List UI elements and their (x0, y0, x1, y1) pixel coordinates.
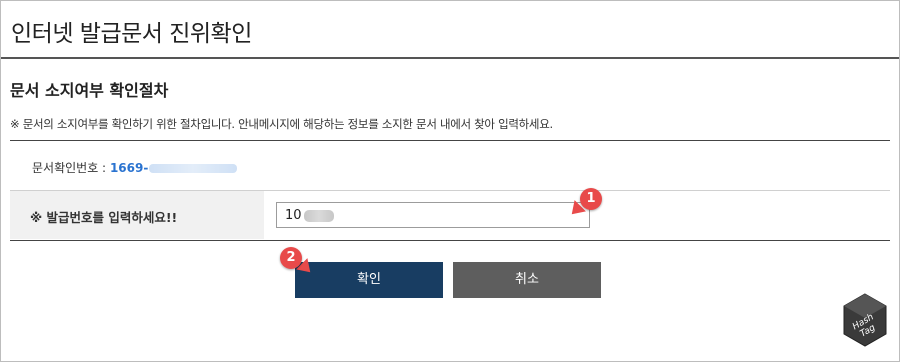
document-number-label: 문서확인번호 : (32, 161, 107, 175)
issue-number-input[interactable]: 10 (276, 202, 590, 228)
divider (10, 240, 890, 241)
redacted-block (304, 210, 334, 222)
cancel-button[interactable]: 취소 (453, 262, 601, 298)
issue-number-row: ※ 발급번호를 입력하세요!! 10 (10, 191, 890, 239)
divider (10, 140, 890, 141)
confirm-button[interactable]: 확인 (295, 262, 443, 298)
section-title: 문서 소지여부 확인절차 (10, 81, 169, 100)
page-header: 인터넷 발급문서 진위확인 (1, 1, 899, 59)
instruction-notice: ※ 문서의 소지여부를 확인하기 위한 절차입니다. 안내메시지에 해당하는 정… (10, 117, 553, 131)
issue-number-label: ※ 발급번호를 입력하세요!! (30, 210, 178, 225)
hashtag-logo-icon: Hash Tag (843, 293, 887, 347)
step-marker-2: 2 (280, 247, 302, 269)
step-marker-1: 1 (580, 188, 602, 210)
issue-number-label-cell: ※ 발급번호를 입력하세요!! (10, 191, 264, 239)
redacted-block (149, 164, 238, 173)
document-number-value: 1669- (109, 161, 149, 175)
issue-number-value: 10 (285, 208, 302, 223)
document-number-row: 문서확인번호 : 1669- (32, 159, 238, 176)
page-title: 인터넷 발급문서 진위확인 (11, 21, 252, 47)
